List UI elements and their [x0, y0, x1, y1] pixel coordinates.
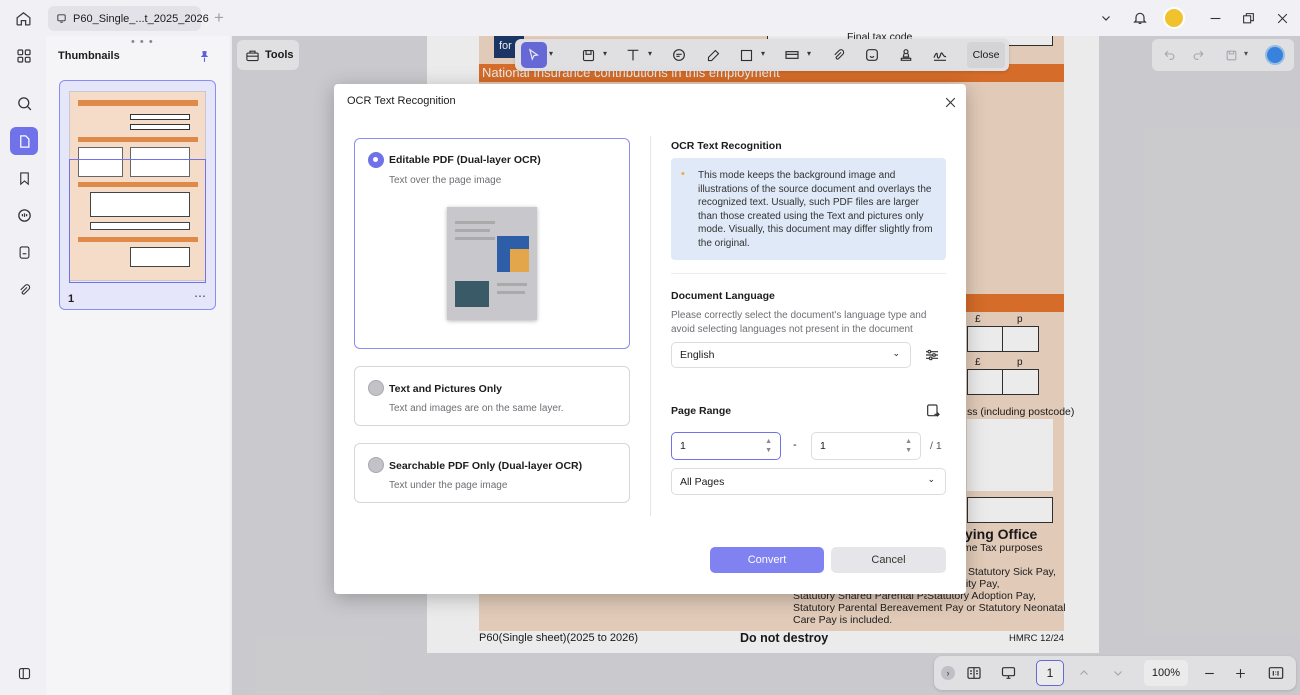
settings-sliders-icon[interactable] — [923, 346, 941, 364]
range-from-input[interactable]: 1 ▲ ▼ — [671, 432, 781, 460]
chevron-down-icon[interactable] — [1098, 10, 1114, 26]
page-thumbnail[interactable]: 1 ⋯ — [59, 80, 216, 310]
new-tab-icon[interactable]: + — [210, 8, 228, 27]
range-total: / 1 — [930, 440, 942, 452]
ocr-heading: OCR Text Recognition — [671, 140, 782, 152]
page-range-icon[interactable] — [924, 402, 942, 420]
radio-text-and-pictures[interactable] — [368, 380, 384, 396]
convert-button[interactable]: Convert — [710, 547, 824, 573]
range-to-value: 1 — [820, 440, 826, 452]
option-subtitle: Text over the page image — [389, 175, 502, 186]
attachment-icon[interactable] — [10, 276, 38, 304]
grid-icon[interactable] — [10, 42, 38, 70]
more-options-icon[interactable]: ⋯ — [194, 289, 206, 303]
range-from-value: 1 — [680, 440, 686, 452]
option-text-and-pictures[interactable]: Text and Pictures Only Text and images a… — [354, 366, 630, 426]
page-thumbnails-icon[interactable] — [10, 127, 38, 155]
pin-icon[interactable] — [196, 48, 212, 64]
option-title: Text and Pictures Only — [389, 383, 503, 395]
close-icon[interactable] — [941, 93, 959, 111]
search-icon[interactable] — [10, 89, 38, 117]
info-box: • This mode keeps the background image a… — [671, 158, 946, 260]
range-heading: Page Range — [671, 405, 732, 417]
avatar[interactable] — [1163, 7, 1185, 29]
option-subtitle: Text and images are on the same layer. — [389, 403, 564, 414]
range-to-input[interactable]: 1 ▲ ▼ — [811, 432, 921, 460]
chevron-down-icon: ⌄ — [927, 474, 935, 484]
bookmark-icon[interactable] — [10, 164, 38, 192]
drag-handle[interactable]: • • • — [131, 36, 154, 48]
option-editable-pdf[interactable]: Editable PDF (Dual-layer OCR) Text over … — [354, 138, 630, 349]
sidebar-toggle-icon[interactable] — [10, 659, 38, 687]
comment-icon[interactable] — [10, 201, 38, 229]
info-text: This mode keeps the background image and… — [698, 170, 933, 249]
range-dash: - — [793, 439, 797, 451]
panel-title: Thumbnails — [58, 50, 120, 62]
minimize-icon[interactable] — [1206, 9, 1224, 27]
left-nav — [0, 36, 46, 695]
dialog-title: OCR Text Recognition — [347, 95, 456, 107]
option-title: Editable PDF (Dual-layer OCR) — [389, 154, 541, 166]
ocr-dialog: OCR Text Recognition Editable PDF (Dual-… — [334, 84, 966, 594]
divider — [671, 273, 946, 274]
stepper-icon[interactable]: ▲ ▼ — [905, 437, 912, 455]
viewport-frame[interactable] — [69, 159, 206, 283]
thumbnail-page-number: 1 — [68, 293, 75, 305]
language-heading: Document Language — [671, 290, 775, 302]
language-select[interactable]: English ⌄ — [671, 342, 911, 368]
stamp-icon[interactable] — [10, 238, 38, 266]
close-window-icon[interactable] — [1273, 9, 1291, 27]
pdf-file-icon — [56, 13, 67, 24]
restore-icon[interactable] — [1239, 9, 1257, 27]
option-subtitle: Text under the page image — [389, 480, 508, 491]
option-searchable-pdf[interactable]: Searchable PDF Only (Dual-layer OCR) Tex… — [354, 443, 630, 503]
range-select-value: All Pages — [680, 475, 725, 488]
ocr-preview-image — [447, 207, 537, 320]
range-select[interactable]: All Pages ⌄ — [671, 468, 946, 495]
home-icon[interactable] — [12, 8, 34, 28]
divider — [650, 136, 651, 516]
language-description: Please correctly select the document's l… — [671, 310, 927, 335]
title-bar: P60_Single_...t_2025_2026 + — [0, 0, 1300, 36]
radio-editable-pdf[interactable] — [368, 152, 384, 168]
lightbulb-icon: • — [681, 168, 685, 180]
bell-icon[interactable] — [1131, 9, 1149, 27]
radio-searchable-pdf[interactable] — [368, 457, 384, 473]
language-value: English — [680, 349, 715, 361]
document-tab[interactable]: P60_Single_...t_2025_2026 — [48, 6, 209, 31]
option-title: Searchable PDF Only (Dual-layer OCR) — [389, 460, 583, 472]
cancel-button[interactable]: Cancel — [831, 547, 946, 573]
stepper-icon[interactable]: ▲ ▼ — [765, 437, 772, 455]
tab-title: P60_Single_...t_2025_2026 — [73, 12, 209, 25]
chevron-down-icon: ⌄ — [892, 348, 900, 358]
